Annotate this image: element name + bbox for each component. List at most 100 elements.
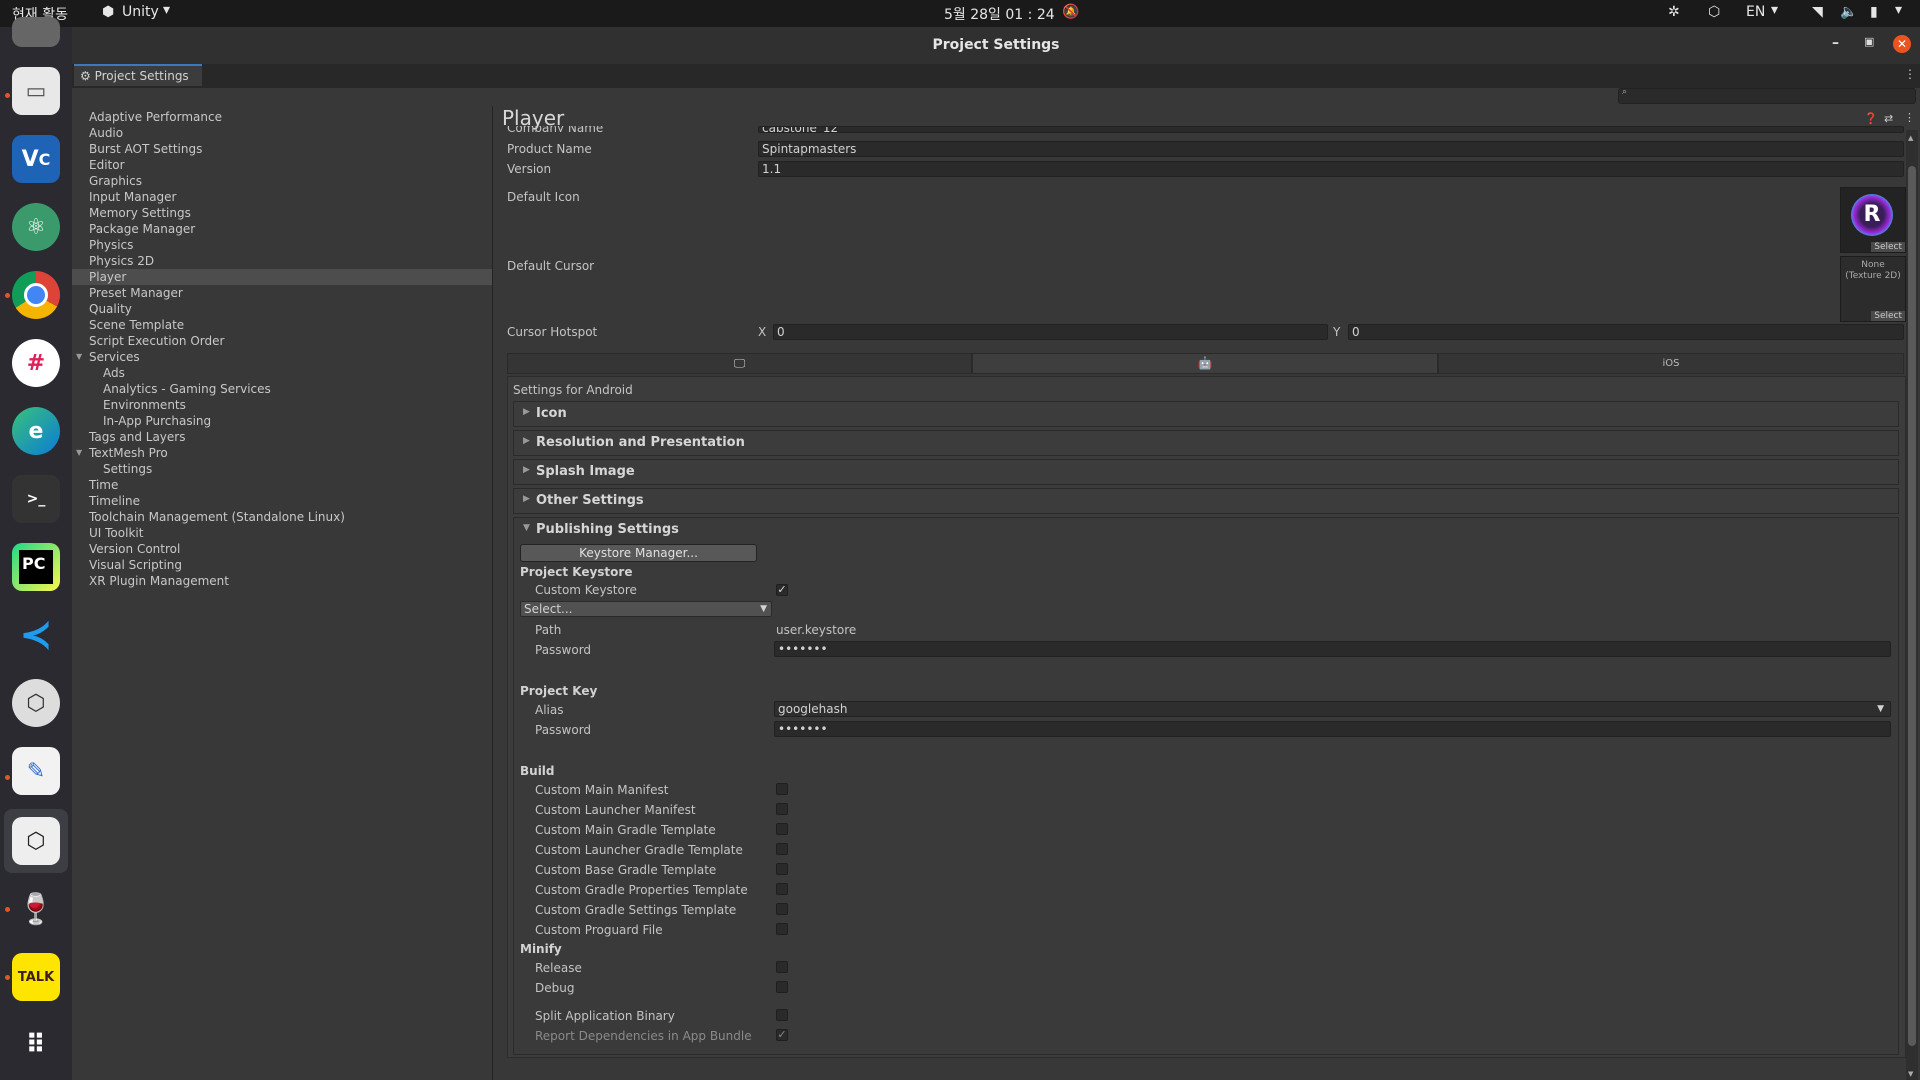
default-icon-slot[interactable]: R Select: [1840, 187, 1906, 253]
nav-item[interactable]: Preset Manager: [72, 285, 492, 301]
custom-keystore-checkbox[interactable]: ✓: [776, 584, 788, 596]
nav-item[interactable]: Analytics - Gaming Services: [72, 381, 492, 397]
nav-item[interactable]: Input Manager: [72, 189, 492, 205]
nav-item[interactable]: Settings: [72, 461, 492, 477]
scroll-up-icon[interactable]: ▲: [1908, 134, 1913, 142]
slack-tray-icon[interactable]: ✲: [1668, 4, 1680, 20]
nav-item[interactable]: Editor: [72, 157, 492, 173]
pycharm-icon[interactable]: PC: [12, 543, 60, 591]
vscode-icon[interactable]: ≺: [12, 611, 60, 659]
nav-item[interactable]: In-App Purchasing: [72, 413, 492, 429]
nav-item[interactable]: Quality: [72, 301, 492, 317]
wine-icon[interactable]: 🍷: [12, 885, 60, 933]
nav-item[interactable]: Physics: [72, 237, 492, 253]
section-title[interactable]: Publishing Settings: [536, 522, 679, 537]
nav-item[interactable]: Audio: [72, 125, 492, 141]
nav-item[interactable]: Scene Template: [72, 317, 492, 333]
scrollbar-thumb[interactable]: [1908, 166, 1916, 1046]
preset-icon[interactable]: ⇄: [1884, 112, 1893, 125]
nav-item[interactable]: ▼ Services: [72, 349, 492, 365]
nav-item[interactable]: XR Plugin Management: [72, 573, 492, 589]
kakaotalk-icon[interactable]: TALK: [12, 953, 60, 1001]
platform-tab-android[interactable]: 🤖: [972, 353, 1438, 374]
default-cursor-slot[interactable]: None (Texture 2D) Select: [1840, 256, 1906, 322]
app-grid-icon[interactable]: ⠿: [12, 1021, 60, 1069]
window-title-bar[interactable]: Project Settings – ▣ ✕: [72, 27, 1920, 64]
hotspot-y-field[interactable]: 0: [1348, 324, 1904, 340]
option-checkbox[interactable]: [776, 981, 788, 993]
option-checkbox[interactable]: [776, 783, 788, 795]
expand-arrow-icon[interactable]: ▼: [76, 349, 82, 365]
nav-item[interactable]: Adaptive Performance: [72, 109, 492, 125]
nav-item[interactable]: Time: [72, 477, 492, 493]
keystore-password-field[interactable]: •••••••: [774, 641, 1891, 657]
text-editor-icon[interactable]: ✎: [12, 747, 60, 795]
tab-menu-icon[interactable]: ⋮: [1904, 67, 1916, 81]
option-checkbox[interactable]: [776, 843, 788, 855]
minimize-icon[interactable]: –: [1832, 35, 1839, 51]
nav-item[interactable]: Timeline: [72, 493, 492, 509]
keystore-select-dropdown[interactable]: Select... ▼: [520, 601, 772, 617]
more-icon[interactable]: ⋮: [1904, 111, 1915, 124]
app-menu-button[interactable]: Unity: [122, 4, 159, 20]
help-icon[interactable]: ❓: [1864, 112, 1878, 125]
platform-tab-standalone[interactable]: 🖵: [507, 353, 972, 374]
computer-icon[interactable]: [12, 17, 60, 47]
wifi-icon[interactable]: ◥: [1812, 4, 1823, 20]
nav-item[interactable]: ▼ TextMesh Pro: [72, 445, 492, 461]
nav-item[interactable]: Graphics: [72, 173, 492, 189]
search-input[interactable]: ⌕: [1618, 87, 1916, 104]
files-icon[interactable]: ▭: [12, 67, 60, 115]
input-language[interactable]: EN: [1746, 4, 1765, 20]
chevron-down-icon[interactable]: ▼: [523, 523, 530, 533]
keystore-manager-button[interactable]: Keystore Manager...: [520, 544, 757, 562]
unity-icon[interactable]: ⬡: [12, 817, 60, 865]
nav-item[interactable]: Package Manager: [72, 221, 492, 237]
option-checkbox[interactable]: [776, 903, 788, 915]
nav-item[interactable]: Script Execution Order: [72, 333, 492, 349]
chrome-icon[interactable]: [12, 271, 60, 319]
nav-item[interactable]: Memory Settings: [72, 205, 492, 221]
nav-item[interactable]: Player: [72, 269, 492, 285]
clock[interactable]: 5월 28일 01 : 24: [944, 4, 1055, 24]
scrollbar-track[interactable]: ▲ ▼: [1906, 130, 1918, 1080]
option-checkbox[interactable]: [776, 823, 788, 835]
expand-arrow-icon[interactable]: ▼: [76, 445, 82, 461]
nav-item[interactable]: Environments: [72, 397, 492, 413]
nav-item[interactable]: Tags and Layers: [72, 429, 492, 445]
option-checkbox[interactable]: [776, 961, 788, 973]
tab-project-settings[interactable]: ⚙ Project Settings: [74, 64, 202, 86]
product-name-field[interactable]: Spintapmasters: [758, 141, 1904, 157]
section-other-settings[interactable]: ▶ Other Settings: [513, 488, 1899, 514]
select-icon-button[interactable]: Select: [1871, 242, 1905, 252]
maximize-icon[interactable]: ▣: [1864, 35, 1874, 48]
option-checkbox[interactable]: [776, 863, 788, 875]
option-checkbox[interactable]: [776, 923, 788, 935]
volume-icon[interactable]: 🔈: [1840, 4, 1857, 20]
section-resolution[interactable]: ▶ Resolution and Presentation: [513, 430, 1899, 456]
version-field[interactable]: 1.1: [758, 161, 1904, 177]
slack-icon[interactable]: #: [12, 339, 60, 387]
nav-item[interactable]: Burst AOT Settings: [72, 141, 492, 157]
nav-item[interactable]: Physics 2D: [72, 253, 492, 269]
battery-icon[interactable]: ▮: [1870, 4, 1878, 20]
close-icon[interactable]: ✕: [1893, 35, 1911, 53]
option-checkbox[interactable]: [776, 803, 788, 815]
key-password-field[interactable]: •••••••: [774, 721, 1891, 737]
nav-item[interactable]: Visual Scripting: [72, 557, 492, 573]
unity-tray-icon[interactable]: ⬡: [1708, 4, 1720, 20]
hotspot-x-field[interactable]: 0: [773, 324, 1328, 340]
atom-icon[interactable]: ⚛: [12, 203, 60, 251]
nav-item[interactable]: Version Control: [72, 541, 492, 557]
scroll-down-icon[interactable]: ▼: [1908, 1070, 1913, 1078]
chevron-down-icon[interactable]: ▾: [1895, 2, 1902, 18]
terminal-icon[interactable]: >_: [12, 475, 60, 523]
company-name-field[interactable]: capstone_12: [758, 126, 1904, 133]
nav-item[interactable]: Toolchain Management (Standalone Linux): [72, 509, 492, 525]
unity-hub-icon[interactable]: ⬡: [12, 679, 60, 727]
platform-tab-ios[interactable]: iOS: [1438, 353, 1904, 374]
nav-item[interactable]: UI Toolkit: [72, 525, 492, 541]
split-binary-checkbox[interactable]: [776, 1009, 788, 1021]
section-icon[interactable]: ▶ Icon: [513, 401, 1899, 427]
section-splash-image[interactable]: ▶ Splash Image: [513, 459, 1899, 485]
